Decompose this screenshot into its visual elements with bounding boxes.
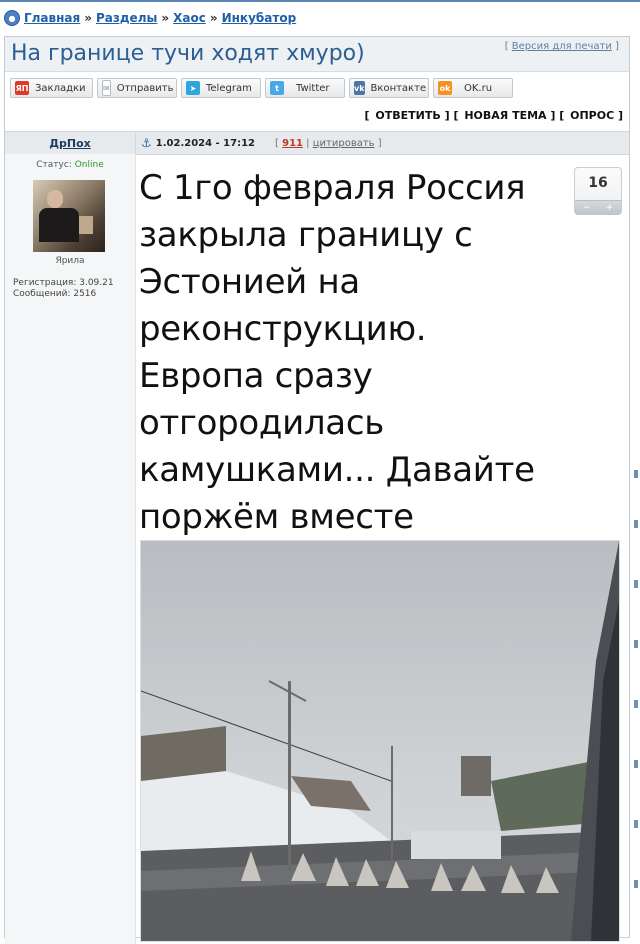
breadcrumb-incubator[interactable]: Инкубатор <box>222 11 297 25</box>
breadcrumb-chaos[interactable]: Хаос <box>173 11 206 25</box>
thread-frame: На границе тучи ходят хмуро) [ Версия дл… <box>4 36 630 944</box>
breadcrumb-home[interactable]: Главная <box>24 11 80 25</box>
author-profile: Статус: Online Ярила Регистрация: 3.09.2… <box>5 154 136 944</box>
home-icon[interactable]: ● <box>4 10 20 26</box>
post-number-link[interactable]: 911 <box>282 138 303 149</box>
user-status: Статус: Online <box>5 160 135 170</box>
poll-button[interactable]: ОПРОС <box>570 109 614 122</box>
share-telegram-button[interactable]: ➤ Telegram <box>181 78 261 98</box>
user-rank: Ярила <box>55 256 85 266</box>
yandex-icon: ЯП <box>15 81 29 95</box>
rating-widget: 16 − + <box>574 167 622 215</box>
thread-header: На границе тучи ходят хмуро) [ Версия дл… <box>5 37 629 72</box>
share-ok-button[interactable]: ok OK.ru <box>433 78 513 98</box>
breadcrumb-separator: » <box>84 11 92 25</box>
post-image[interactable] <box>140 540 620 942</box>
registration-date: Регистрация: 3.09.21 <box>13 278 114 288</box>
rating-plus-button[interactable]: + <box>598 201 621 215</box>
share-twitter-button[interactable]: t Twitter <box>265 78 345 98</box>
new-topic-button[interactable]: НОВАЯ ТЕМА <box>464 109 546 122</box>
print-version-label[interactable]: Версия для печати <box>512 41 612 52</box>
share-label: OK.ru <box>464 82 493 94</box>
reply-button[interactable]: ОТВЕТИТЬ <box>375 109 440 122</box>
telegram-icon: ➤ <box>186 81 200 95</box>
share-label: Отправить <box>116 82 174 94</box>
share-label: Вконтакте <box>370 82 427 94</box>
post-date: 1.02.2024 - 17:12 <box>155 137 256 149</box>
print-version-link[interactable]: [ Версия для печати ] <box>505 41 619 52</box>
share-toolbar: ЯП Закладки ✉ Отправить ➤ Telegram t Twi… <box>10 78 513 98</box>
share-send-button[interactable]: ✉ Отправить <box>97 78 177 98</box>
status-online: Online <box>74 160 104 170</box>
post-author-link[interactable]: ДрПох <box>5 132 136 154</box>
breadcrumb-sections[interactable]: Разделы <box>96 11 157 25</box>
share-label: Закладки <box>35 82 86 94</box>
mail-icon: ✉ <box>102 80 111 96</box>
share-vk-button[interactable]: vk Вконтакте <box>349 78 429 98</box>
twitter-icon: t <box>270 81 284 95</box>
rating-minus-button[interactable]: − <box>575 201 598 215</box>
user-stats: Регистрация: 3.09.21 Сообщений: 2516 <box>13 278 114 300</box>
breadcrumb: ● Главная » Разделы » Хаос » Инкубатор <box>4 8 296 28</box>
vk-icon: vk <box>354 81 365 95</box>
avatar[interactable] <box>33 180 105 252</box>
page-title: На границе тучи ходят хмуро) <box>11 41 365 66</box>
breadcrumb-separator: » <box>209 11 218 25</box>
quote-link[interactable]: цитировать <box>313 138 375 149</box>
anchor-icon[interactable]: ⚓ <box>141 136 152 150</box>
share-label: Telegram <box>206 82 252 94</box>
post-text: С 1го февраля Россия закрыла границу с Э… <box>139 168 535 537</box>
post-header: ДрПох ⚓ 1.02.2024 - 17:12 [ 911 | цитиро… <box>5 131 629 155</box>
share-bookmarks-button[interactable]: ЯП Закладки <box>10 78 93 98</box>
thread-actions: [ ОТВЕТИТЬ ] [ НОВАЯ ТЕМА ] [ ОПРОС ] <box>364 109 623 122</box>
share-label: Twitter <box>296 82 330 94</box>
rating-value: 16 <box>588 175 608 191</box>
post-meta: ⚓ 1.02.2024 - 17:12 [ 911 | цитировать ] <box>141 136 382 150</box>
status-label: Статус: <box>36 160 72 170</box>
top-accent-bar <box>0 0 640 2</box>
message-count: Сообщений: 2516 <box>13 289 97 299</box>
border-photo <box>141 541 619 941</box>
right-edge-strip <box>630 460 640 930</box>
ok-icon: ok <box>438 81 452 95</box>
breadcrumb-separator: » <box>161 11 170 25</box>
